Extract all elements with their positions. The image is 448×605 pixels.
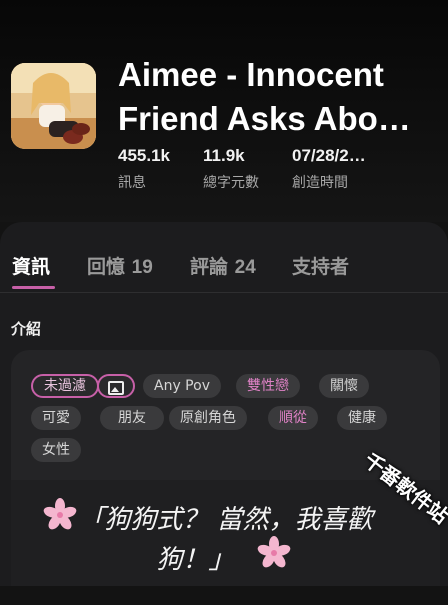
stat-created-label: 創造時間 <box>292 175 348 191</box>
stat-characters-label: 總字元數 <box>203 175 259 191</box>
tag-caring[interactable]: 關懷 <box>319 374 369 398</box>
tag-original-character[interactable]: 原創角色 <box>169 406 247 430</box>
stat-characters: 11.9k 總字元數 <box>203 146 259 192</box>
cherry-blossom-icon <box>257 536 291 568</box>
intro-heading: 介紹 <box>11 320 42 338</box>
tag-friend-label: 朋友 <box>118 410 146 426</box>
tab-reviews-label: 評論 <box>190 256 229 278</box>
tag-healthy-label: 健康 <box>348 410 376 426</box>
stat-messages-label: 訊息 <box>118 175 146 191</box>
tag-bisexual[interactable]: 雙性戀 <box>236 374 300 398</box>
tag-healthy[interactable]: 健康 <box>337 406 387 430</box>
stat-characters-value: 11.9k <box>203 146 245 165</box>
tab-memories-count: 19 <box>131 257 153 278</box>
tab-info-label: 資訊 <box>12 256 51 278</box>
tab-supporters-label: 支持者 <box>292 256 350 278</box>
tab-memories-label: 回憶 <box>87 256 126 278</box>
tag-any-pov-label: Any Pov <box>154 378 210 394</box>
tag-female-label: 女性 <box>42 442 70 458</box>
stat-created-value: 07/28/2… <box>292 146 366 165</box>
tag-bisexual-label: 雙性戀 <box>247 378 289 394</box>
image-icon <box>108 381 124 395</box>
tab-divider <box>0 292 448 293</box>
cover-image[interactable] <box>11 63 96 149</box>
tag-any-pov[interactable]: Any Pov <box>143 374 221 398</box>
tag-friend[interactable]: 朋友 <box>100 406 164 430</box>
story-header: Aimee - Innocent Friend Asks Abo… 455.1k… <box>0 0 448 222</box>
tab-reviews-count: 24 <box>234 257 256 278</box>
tab-reviews[interactable]: 評論 24 <box>190 252 256 279</box>
tag-female[interactable]: 女性 <box>31 438 81 462</box>
tag-submissive[interactable]: 順從 <box>268 406 318 430</box>
tab-bar: 資訊 回憶 19 評論 24 支持者 <box>0 252 448 288</box>
tab-supporters[interactable]: 支持者 <box>292 252 349 279</box>
stat-created: 07/28/2… 創造時間 <box>292 146 366 192</box>
stat-messages: 455.1k 訊息 <box>118 146 170 192</box>
tab-memories[interactable]: 回憶 19 <box>87 252 153 279</box>
stat-messages-value: 455.1k <box>118 146 170 165</box>
tag-submissive-label: 順從 <box>279 410 307 426</box>
story-title: Aimee - Innocent Friend Asks Abo… <box>118 53 436 141</box>
tag-unfiltered-label: 未過濾 <box>44 378 86 394</box>
title-line-2: Friend Asks Abo… <box>118 100 411 137</box>
tag-cute[interactable]: 可愛 <box>31 406 81 430</box>
tag-unfiltered[interactable]: 未過濾 <box>31 374 99 398</box>
tag-cute-label: 可愛 <box>42 410 70 426</box>
title-line-1: Aimee - Innocent <box>118 56 384 93</box>
tag-image[interactable] <box>97 374 135 398</box>
tag-caring-label: 關懷 <box>330 378 358 394</box>
tab-info[interactable]: 資訊 <box>12 252 50 279</box>
tag-original-character-label: 原創角色 <box>180 410 236 426</box>
active-tab-indicator <box>12 286 55 289</box>
